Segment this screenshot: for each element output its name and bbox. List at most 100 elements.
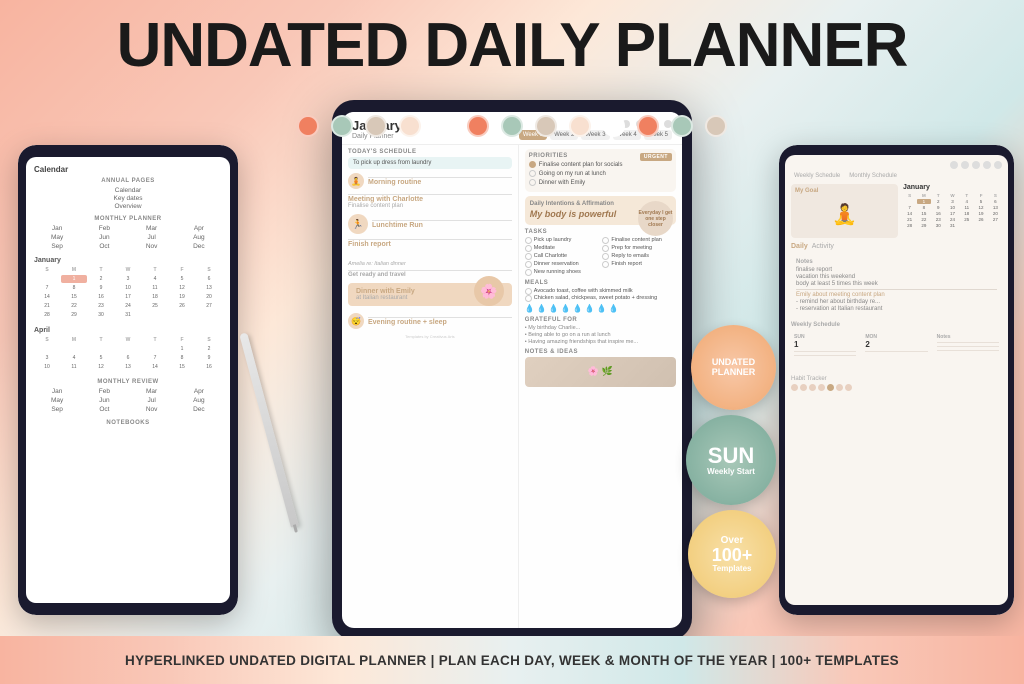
entry-4: Emily about meeting content plan	[796, 292, 997, 298]
task-check-3	[525, 245, 532, 252]
cal-january-label: January	[34, 257, 222, 264]
right-screen-top: Weekly Schedule Monthly Schedule My Goal…	[785, 155, 1008, 397]
time-line-5	[348, 270, 512, 271]
mr-mar[interactable]: Mar	[129, 388, 175, 395]
tab-weekly[interactable]: Weekly Schedule	[791, 172, 843, 180]
mr-jan[interactable]: Jan	[34, 388, 80, 395]
mr-nov[interactable]: Nov	[129, 406, 175, 413]
mr-oct[interactable]: Oct	[81, 406, 127, 413]
mp-aug[interactable]: Aug	[176, 234, 222, 241]
mr-aug[interactable]: Aug	[176, 397, 222, 404]
meals-label: Meals	[525, 280, 676, 286]
task-9: New running shoes	[525, 269, 599, 276]
weekly-row-1: SUN 1 MON 2 Notes	[791, 331, 1002, 371]
mr-jun[interactable]: Jun	[81, 397, 127, 404]
mp-jul[interactable]: Jul	[129, 234, 175, 241]
notes-label: Notes & Ideas	[525, 349, 676, 355]
tablet-right-bezel: Weekly Schedule Monthly Schedule My Goal…	[779, 145, 1014, 615]
tab-monthly[interactable]: Monthly Schedule	[846, 172, 900, 180]
task-7: Dinner reservation	[525, 261, 599, 268]
drop-1: 💧	[525, 304, 535, 313]
mini-cal-title: January	[903, 184, 1002, 191]
planner-screen: January 01 Daily Planner Week 1 Week 2	[342, 112, 682, 628]
sidebar-link-calendar[interactable]: Calendar	[34, 187, 222, 194]
grateful-2: • Being able to go on a run at lunch	[525, 332, 676, 338]
drop-5: 💧	[573, 304, 583, 313]
template-credit: Templates by Creativus Arts	[348, 334, 512, 339]
mp-jan[interactable]: Jan	[34, 225, 80, 232]
grateful-section: Grateful for • My birthday Charlie... • …	[525, 317, 676, 345]
entry-6: - reservation at Italian restaurant	[796, 306, 997, 312]
badge-sun: SUN Weekly Start	[686, 415, 776, 505]
mp-mar[interactable]: Mar	[129, 225, 175, 232]
mp-dec[interactable]: Dec	[176, 243, 222, 250]
dinner-box: Dinner with Emily at Italian restaurant …	[348, 283, 512, 306]
right-icon-4	[983, 161, 991, 169]
mr-jul[interactable]: Jul	[129, 397, 175, 404]
mr-sep[interactable]: Sep	[34, 406, 80, 413]
habit-label: Habit Tracker	[791, 376, 1002, 382]
dot-11	[637, 115, 659, 137]
meeting-label: Meeting with Charlotte	[348, 196, 512, 203]
dot-1	[297, 115, 319, 137]
task-check-6	[602, 253, 609, 260]
task-4: Prep for meeting	[602, 245, 676, 252]
mp-sep[interactable]: Sep	[34, 243, 80, 250]
entry-5: - remind her about birthday re...	[796, 299, 997, 305]
mp-nov[interactable]: Nov	[129, 243, 175, 250]
tablet-left-screen: Calendar ANNUAL PAGES Calendar Key dates…	[26, 157, 230, 603]
daily-entry-label: Notes	[796, 259, 997, 265]
task-check-9	[525, 269, 532, 276]
time-line-4	[348, 239, 512, 240]
task-3: Meditate	[525, 245, 599, 252]
tablet-center: January 01 Daily Planner Week 1 Week 2	[332, 100, 692, 640]
task-5: Call Charlotte	[525, 253, 599, 260]
mp-apr[interactable]: Apr	[176, 225, 222, 232]
badge-templates: Over 100+ Templates	[688, 510, 776, 598]
task-1: Pick up laundry	[525, 237, 599, 244]
urgent-badge: URGENT	[640, 153, 672, 161]
schedule-reminder: To pick up dress from laundry	[348, 157, 512, 169]
tablet-left-bezel: Calendar ANNUAL PAGES Calendar Key dates…	[18, 145, 238, 615]
mr-may[interactable]: May	[34, 397, 80, 404]
drop-8: 💧	[609, 304, 619, 313]
cal-january-grid: SMTWTFS 123456 78910111213 1415161718192…	[34, 266, 222, 319]
mp-may[interactable]: May	[34, 234, 80, 241]
right-icon-1	[950, 161, 958, 169]
monthly-review-title: MONTHLY REVIEW	[34, 379, 222, 385]
cal-april-label: April	[34, 327, 222, 334]
mp-jun[interactable]: Jun	[81, 234, 127, 241]
dot-2	[331, 115, 353, 137]
h-dot-7	[845, 384, 852, 391]
task-2: Finalise content plan	[602, 237, 676, 244]
drop-2: 💧	[537, 304, 547, 313]
mr-feb[interactable]: Feb	[81, 388, 127, 395]
check-empty-icon-1	[529, 170, 536, 177]
notebooks-section: NOTEBOOKS	[34, 420, 222, 426]
day-mon: MON 2	[862, 331, 930, 371]
mr-dec[interactable]: Dec	[176, 406, 222, 413]
sidebar-link-keydates[interactable]: Key dates	[34, 195, 222, 202]
meal-check-2	[525, 295, 532, 302]
morning-text: Morning routine	[368, 177, 512, 186]
evening-text: Evening routine + sleep	[368, 317, 512, 326]
schedule-item-morning: 🧘 Morning routine	[348, 173, 512, 189]
drop-7: 💧	[597, 304, 607, 313]
meal-1: Avocado toast, coffee with skimmed milk	[525, 288, 676, 295]
goal-box: My Goal 🧘	[791, 184, 898, 238]
footer-bar: HYPERLINKED UNDATED DIGITAL PLANNER | PL…	[0, 636, 1024, 684]
mr-apr[interactable]: Apr	[176, 388, 222, 395]
priority-2: Going on my run at lunch	[529, 170, 672, 177]
sidebar-link-overview[interactable]: Overview	[34, 203, 222, 210]
goal-figure: 🧘	[795, 194, 894, 234]
meals-section: Meals Avocado toast, coffee with skimmed…	[525, 280, 676, 313]
mp-feb[interactable]: Feb	[81, 225, 127, 232]
note-getready: Amelia re: Italian dinner	[348, 261, 512, 267]
morning-avatar: 🧘	[348, 173, 364, 189]
report-label: Finish report	[348, 241, 512, 248]
dot-13	[705, 115, 727, 137]
planner-body: Today's Schedule To pick up dress from l…	[342, 145, 682, 628]
mp-oct[interactable]: Oct	[81, 243, 127, 250]
task-check-4	[602, 245, 609, 252]
mini-cal-box: January SMTWTFS 123456 78910111213 14151…	[903, 184, 1002, 238]
